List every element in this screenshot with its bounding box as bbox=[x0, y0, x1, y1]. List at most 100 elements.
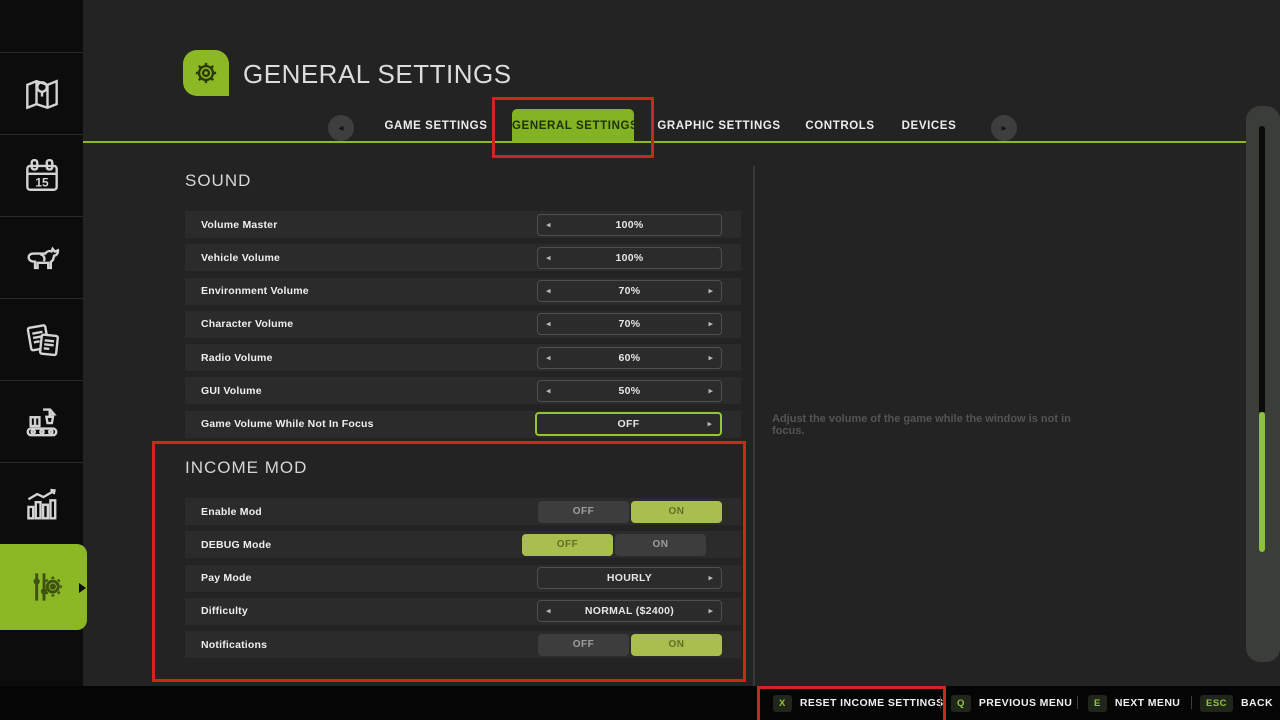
selector-control[interactable]: ◂ 60% ▸ bbox=[537, 347, 722, 369]
sidebar-item-production[interactable] bbox=[0, 380, 83, 462]
footer-separator bbox=[1077, 696, 1078, 709]
page-title: GENERAL SETTINGS bbox=[243, 59, 512, 90]
toggle-off-button[interactable]: OFF bbox=[538, 501, 629, 523]
settings-page-icon bbox=[183, 50, 229, 96]
sidebar-item-animals[interactable] bbox=[0, 216, 83, 298]
settings-row: Game Volume While Not In Focus OFF ▸ bbox=[185, 411, 741, 438]
map-icon bbox=[20, 72, 64, 116]
settings-row: GUI Volume ◂50%▸ bbox=[185, 377, 741, 404]
tabs-prev-button[interactable]: ◂ bbox=[328, 115, 354, 141]
general-settings-screen: 15 bbox=[0, 0, 1280, 720]
toggle-off-button[interactable]: OFF bbox=[538, 634, 629, 656]
selector-control[interactable]: HOURLY ▸ bbox=[537, 567, 722, 589]
key-x-badge[interactable]: X bbox=[773, 695, 792, 712]
sidebar-item-calendar[interactable]: 15 bbox=[0, 134, 83, 216]
sound-rows: Volume Master◂100%Vehicle Volume◂100%Env… bbox=[185, 211, 741, 444]
selector-value: HOURLY bbox=[607, 572, 652, 584]
settings-row: Pay Mode HOURLY ▸ bbox=[185, 565, 741, 592]
row-label: Character Volume bbox=[201, 318, 293, 330]
row-label: Vehicle Volume bbox=[201, 252, 280, 264]
toggle-on-button[interactable]: ON bbox=[615, 534, 706, 556]
sidebar-item-map[interactable] bbox=[0, 52, 83, 134]
settings-row: Volume Master ◂ 100% bbox=[185, 211, 741, 238]
setting-description: Adjust the volume of the game while the … bbox=[772, 413, 1102, 437]
row-label: Enable Mod bbox=[201, 506, 262, 518]
selector-value: 100% bbox=[615, 219, 643, 231]
settings-row: Difficulty◂NORMAL ($2400)▸ bbox=[185, 598, 741, 625]
selector-right-arrow-icon[interactable]: ▸ bbox=[708, 385, 713, 396]
toggle-off-button[interactable]: OFF bbox=[522, 534, 613, 556]
statistics-icon bbox=[20, 482, 64, 526]
scrollbar-track[interactable] bbox=[1259, 126, 1265, 412]
section-title-sound: SOUND bbox=[185, 171, 251, 191]
sidebar-item-contracts[interactable] bbox=[0, 298, 83, 380]
settings-row: Vehicle Volume ◂100% bbox=[185, 244, 741, 271]
sidebar-item-statistics[interactable] bbox=[0, 462, 83, 544]
footer-action-reset-income-settings[interactable]: X RESET INCOME SETTINGS bbox=[773, 686, 944, 720]
selector-control[interactable]: ◂ NORMAL ($2400) ▸ bbox=[537, 600, 722, 622]
selector-right-arrow-icon[interactable]: ▸ bbox=[707, 419, 712, 430]
settings-row: DEBUG Mode OFFON bbox=[185, 531, 741, 558]
footer-action-label: PREVIOUS MENU bbox=[979, 697, 1072, 709]
key-q-badge[interactable]: Q bbox=[951, 695, 971, 712]
row-label: Volume Master bbox=[201, 219, 278, 231]
row-label: DEBUG Mode bbox=[201, 539, 271, 551]
tab-graphic-settings[interactable]: GRAPHIC SETTINGS bbox=[657, 120, 780, 132]
chevron-left-icon: ◂ bbox=[338, 123, 343, 134]
selector-right-arrow-icon[interactable]: ▸ bbox=[708, 319, 713, 330]
section-title-income-mod: INCOME MOD bbox=[185, 458, 307, 478]
tab-controls[interactable]: CONTROLS bbox=[805, 120, 874, 132]
settings-row: Radio Volume ◂ 60% ▸ bbox=[185, 344, 741, 371]
key-e-badge[interactable]: E bbox=[1088, 695, 1107, 712]
settings-sliders-icon bbox=[22, 565, 66, 609]
chevron-right-icon: ▸ bbox=[1001, 123, 1006, 134]
toggle-on-button[interactable]: ON bbox=[631, 501, 722, 523]
selector-value: 70% bbox=[619, 318, 641, 330]
selector-control[interactable]: ◂100% bbox=[537, 247, 722, 269]
selector-left-arrow-icon[interactable]: ◂ bbox=[546, 252, 551, 263]
tab-game-settings[interactable]: GAME SETTINGS bbox=[384, 120, 487, 132]
selector-value: OFF bbox=[618, 418, 640, 430]
settings-row: NotificationsOFFON bbox=[185, 631, 741, 658]
sidebar-item-settings[interactable] bbox=[0, 544, 87, 630]
settings-row: Character Volume ◂ 70% ▸ bbox=[185, 311, 741, 338]
row-label: Pay Mode bbox=[201, 572, 252, 584]
footer-action-next-menu[interactable]: ENEXT MENU bbox=[1088, 686, 1180, 720]
selector-control[interactable]: ◂ 100% bbox=[537, 214, 722, 236]
selector-left-arrow-icon[interactable]: ◂ bbox=[546, 352, 551, 363]
selector-control[interactable]: ◂50%▸ bbox=[537, 380, 722, 402]
selector-control[interactable]: OFF ▸ bbox=[535, 412, 722, 436]
scrollbar-thumb[interactable] bbox=[1259, 412, 1265, 552]
row-label: GUI Volume bbox=[201, 385, 262, 397]
toggle-control: OFFON bbox=[522, 534, 706, 556]
tabs-next-button[interactable]: ▸ bbox=[991, 115, 1017, 141]
selector-left-arrow-icon[interactable]: ◂ bbox=[546, 219, 551, 230]
tab-underline bbox=[83, 141, 1247, 143]
selector-left-arrow-icon[interactable]: ◂ bbox=[546, 606, 551, 617]
row-label: Radio Volume bbox=[201, 352, 273, 364]
selector-value: 70% bbox=[619, 285, 641, 297]
selector-left-arrow-icon[interactable]: ◂ bbox=[546, 385, 551, 396]
selector-value: NORMAL ($2400) bbox=[585, 605, 674, 617]
selector-left-arrow-icon[interactable]: ◂ bbox=[546, 286, 551, 297]
toggle-on-button[interactable]: ON bbox=[631, 634, 722, 656]
row-label: Environment Volume bbox=[201, 285, 309, 297]
key-esc-badge[interactable]: ESC bbox=[1200, 695, 1233, 712]
tab-devices[interactable]: DEVICES bbox=[902, 120, 957, 132]
row-label: Game Volume While Not In Focus bbox=[201, 418, 374, 430]
selector-right-arrow-icon[interactable]: ▸ bbox=[708, 286, 713, 297]
tab-general-settings[interactable]: GENERAL SETTINGS bbox=[512, 109, 634, 143]
selector-value: 60% bbox=[619, 352, 641, 364]
selector-right-arrow-icon[interactable]: ▸ bbox=[708, 573, 713, 584]
selector-control[interactable]: ◂ 70% ▸ bbox=[537, 280, 722, 302]
selector-left-arrow-icon[interactable]: ◂ bbox=[546, 319, 551, 330]
footer-action-previous-menu[interactable]: Q PREVIOUS MENU bbox=[951, 686, 1072, 720]
selector-right-arrow-icon[interactable]: ▸ bbox=[708, 606, 713, 617]
footer-action-label: RESET INCOME SETTINGS bbox=[800, 697, 944, 709]
settings-row: Environment Volume ◂ 70% ▸ bbox=[185, 278, 741, 305]
selector-right-arrow-icon[interactable]: ▸ bbox=[708, 352, 713, 363]
calendar-day-label: 15 bbox=[35, 175, 49, 189]
footer-action-back[interactable]: ESCBACK bbox=[1200, 686, 1273, 720]
calendar-icon: 15 bbox=[20, 154, 64, 198]
selector-control[interactable]: ◂ 70% ▸ bbox=[537, 313, 722, 335]
